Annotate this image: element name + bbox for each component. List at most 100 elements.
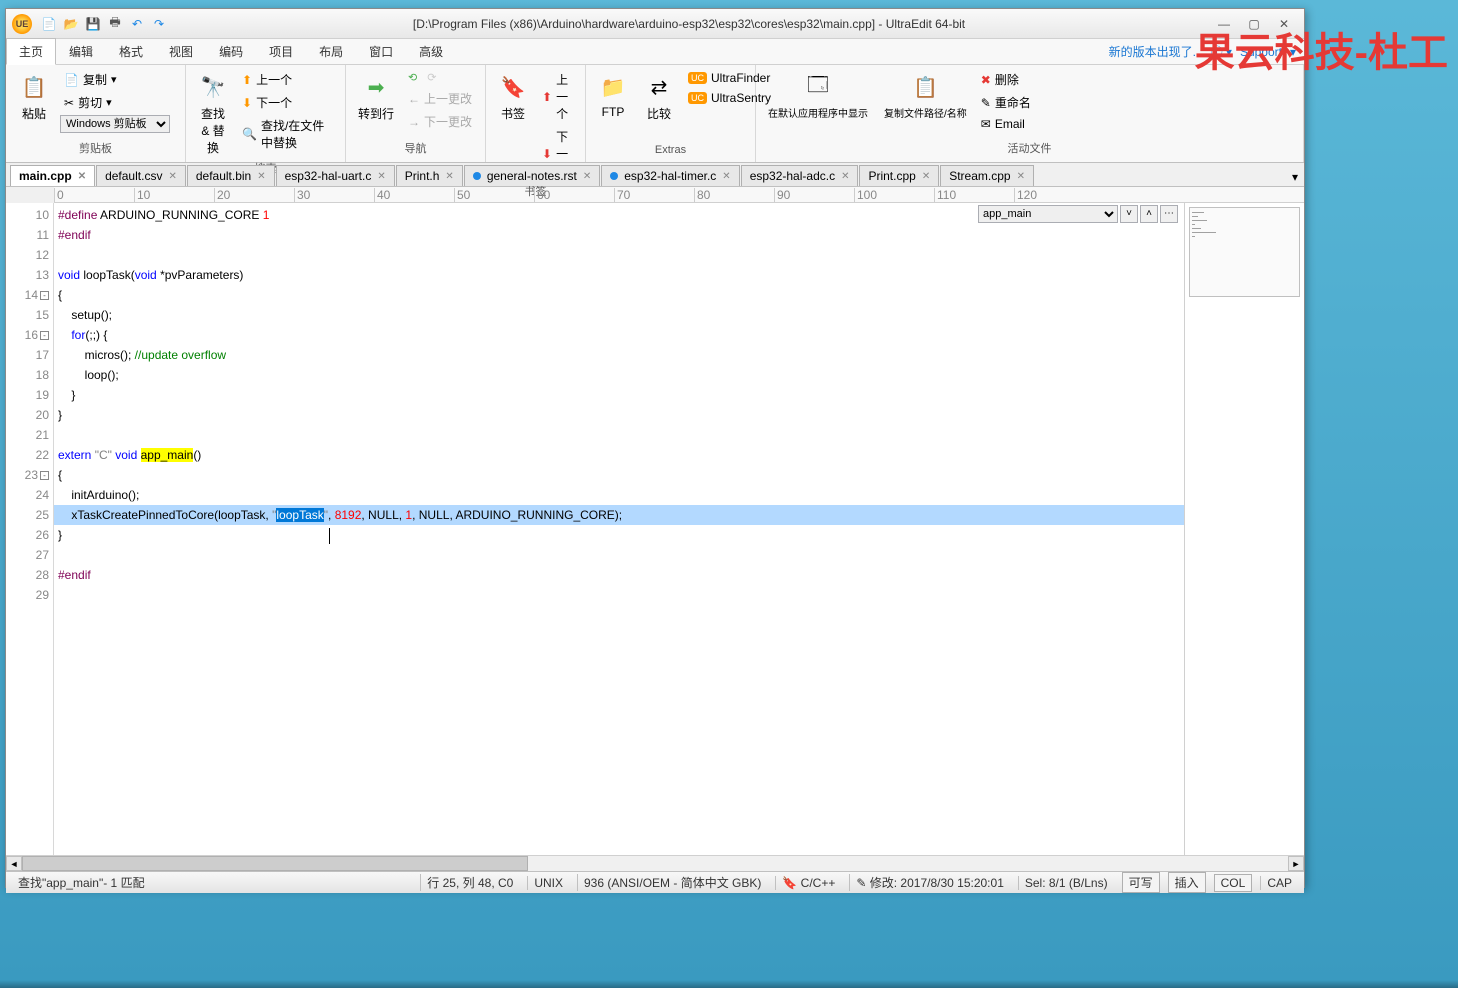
file-tab[interactable]: Stream.cpp✕ [940, 165, 1034, 186]
menu-tab-format[interactable]: 格式 [106, 38, 156, 65]
menu-tab-layout[interactable]: 布局 [306, 38, 356, 65]
quick-access-toolbar: 📄 📂 💾 🖶 ↶ ↷ [40, 15, 168, 33]
file-tab[interactable]: default.bin✕ [187, 165, 275, 186]
horizontal-scrollbar[interactable]: ◄ ► [6, 855, 1304, 871]
bookmark-button[interactable]: 🔖 书签 [492, 69, 534, 124]
menu-tab-view[interactable]: 视图 [156, 38, 206, 65]
find-in-files-button[interactable]: 🔍查找/在文件中替换 [238, 115, 339, 153]
nav-fwd-button[interactable]: ⟳ [423, 69, 440, 86]
line-number-gutter: 10 11 12 13 14- 15 16- 17 18 19 20 21 22… [6, 203, 54, 855]
file-tab[interactable]: default.csv✕ [96, 165, 186, 186]
delete-button[interactable]: ✖删除 [977, 69, 1035, 90]
group-label-activefile: 活动文件 [762, 138, 1297, 158]
file-tab[interactable]: esp32-hal-adc.c✕ [741, 165, 859, 186]
close-icon[interactable]: ✕ [841, 171, 849, 182]
function-select[interactable]: app_main [978, 205, 1118, 223]
find-next-button[interactable]: ⬇下一个 [238, 92, 339, 113]
menu-tab-advanced[interactable]: 高级 [406, 38, 456, 65]
bookmark-prev-button[interactable]: ⬆上一个 [538, 69, 579, 124]
find-replace-button[interactable]: 🔭 查找 & 替换 [192, 69, 234, 158]
code-editor[interactable]: app_main ˅ ˄ ⋯ #define ARDUINO_RUNNING_C… [54, 203, 1184, 855]
clipboard-select[interactable]: Windows 剪贴板 [60, 115, 170, 133]
new-file-icon[interactable]: 📄 [40, 15, 58, 33]
close-icon[interactable]: ✕ [445, 171, 453, 182]
save-all-icon[interactable]: 🖶 [106, 15, 124, 33]
file-tab[interactable]: general-notes.rst✕ [464, 165, 600, 186]
status-column-mode[interactable]: COL [1214, 874, 1253, 892]
help-icon[interactable]: ⓘ ▾ [1211, 43, 1232, 60]
nav-back-button[interactable]: ⟲ [404, 69, 421, 86]
minimap[interactable]: ▬▬▬▬▬▬▬▬▬▬▬▬▬▬▬▬▬▬▬▬▬▬▬▬ [1189, 207, 1300, 297]
fold-icon[interactable]: - [40, 331, 49, 340]
external-app-icon: 🗔 [802, 71, 834, 103]
fold-icon[interactable]: - [40, 291, 49, 300]
status-readwrite[interactable]: 可写 [1122, 872, 1160, 893]
paste-button[interactable]: 📋 粘贴 [12, 69, 56, 124]
left-arrow-icon: ← [408, 92, 420, 106]
file-tab[interactable]: Print.h✕ [396, 165, 463, 186]
func-down-button[interactable]: ˅ [1120, 205, 1138, 223]
find-prev-button[interactable]: ⬆上一个 [238, 69, 339, 90]
menu-tab-project[interactable]: 项目 [256, 38, 306, 65]
func-up-button[interactable]: ˄ [1140, 205, 1158, 223]
close-icon[interactable]: ✕ [922, 171, 930, 182]
rename-button[interactable]: ✎重命名 [977, 92, 1035, 113]
prev-change-button[interactable]: ←上一更改 [404, 88, 476, 109]
close-button[interactable]: ✕ [1270, 14, 1298, 34]
scroll-track[interactable] [22, 856, 1288, 871]
close-icon[interactable]: ✕ [377, 171, 385, 182]
goto-line-button[interactable]: ➡ 转到行 [352, 69, 400, 124]
modified-dot-icon [473, 172, 481, 180]
update-notice[interactable]: 新的版本出现了... [1109, 43, 1203, 60]
menu-tab-home[interactable]: 主页 [6, 38, 56, 65]
open-default-button[interactable]: 🗔 在默认应用程序中显示 [762, 69, 874, 122]
save-icon[interactable]: 💾 [84, 15, 102, 33]
file-tab[interactable]: esp32-hal-timer.c✕ [601, 165, 739, 186]
open-file-icon[interactable]: 📂 [62, 15, 80, 33]
scroll-left-button[interactable]: ◄ [6, 856, 22, 871]
close-icon[interactable]: ✕ [583, 171, 591, 182]
redo-icon[interactable]: ↷ [150, 15, 168, 33]
file-tab-main[interactable]: main.cpp✕ [10, 165, 95, 186]
close-icon[interactable]: ✕ [168, 171, 176, 182]
status-line-ending[interactable]: UNIX [527, 876, 569, 890]
undo-icon[interactable]: ↶ [128, 15, 146, 33]
ribbon: 📋 粘贴 📄复制 ▾ ✂剪切 ▾ Windows 剪贴板 剪贴板 🔭 查找 & … [6, 65, 1304, 163]
tab-overflow-button[interactable]: ▾ [1286, 168, 1304, 186]
copy-path-button[interactable]: 📋 复制文件路径/名称 [878, 69, 973, 122]
close-icon[interactable]: ✕ [257, 171, 265, 182]
support-dropdown-icon[interactable]: ▾ [1290, 45, 1296, 59]
minimize-button[interactable]: — [1210, 14, 1238, 34]
desktop-taskbar-hint [0, 980, 1458, 988]
next-change-button[interactable]: →下一更改 [404, 111, 476, 132]
status-find-result: 查找"app_main"- 1 匹配 [12, 874, 412, 891]
statusbar: 查找"app_main"- 1 匹配 行 25, 列 48, C0 UNIX 9… [6, 871, 1304, 893]
close-icon[interactable]: ✕ [1017, 171, 1025, 182]
close-icon[interactable]: ✕ [722, 171, 730, 182]
status-codepage[interactable]: 936 (ANSI/OEM - 简体中文 GBK) [577, 874, 767, 891]
file-tab[interactable]: esp32-hal-uart.c✕ [276, 165, 395, 186]
cut-button[interactable]: ✂剪切 ▾ [60, 92, 170, 113]
email-button[interactable]: ✉Email [977, 115, 1035, 133]
status-language[interactable]: 🔖 C/C++ [775, 876, 841, 890]
bookmark-icon: 🔖 [497, 71, 529, 103]
close-icon[interactable]: ✕ [78, 171, 86, 182]
titlebar: UE 📄 📂 💾 🖶 ↶ ↷ [D:\Program Files (x86)\A… [6, 9, 1304, 39]
menu-tab-window[interactable]: 窗口 [356, 38, 406, 65]
copy-button[interactable]: 📄复制 ▾ [60, 69, 170, 90]
menu-tab-edit[interactable]: 编辑 [56, 38, 106, 65]
status-insert-mode[interactable]: 插入 [1168, 872, 1206, 893]
current-line: xTaskCreatePinnedToCore(loopTask, "loopT… [54, 505, 1184, 525]
support-link[interactable]: Support [1240, 45, 1282, 59]
maximize-button[interactable]: ▢ [1240, 14, 1268, 34]
ftp-button[interactable]: 📁 FTP [592, 69, 634, 121]
scroll-thumb[interactable] [22, 856, 528, 871]
goto-icon: ➡ [360, 71, 392, 103]
menu-tab-encoding[interactable]: 编码 [206, 38, 256, 65]
scroll-right-button[interactable]: ► [1288, 856, 1304, 871]
file-tab[interactable]: Print.cpp✕ [859, 165, 939, 186]
fold-icon[interactable]: - [40, 471, 49, 480]
compare-button[interactable]: ⇄ 比较 [638, 69, 680, 124]
func-list-button[interactable]: ⋯ [1160, 205, 1178, 223]
app-icon[interactable]: UE [12, 14, 32, 34]
